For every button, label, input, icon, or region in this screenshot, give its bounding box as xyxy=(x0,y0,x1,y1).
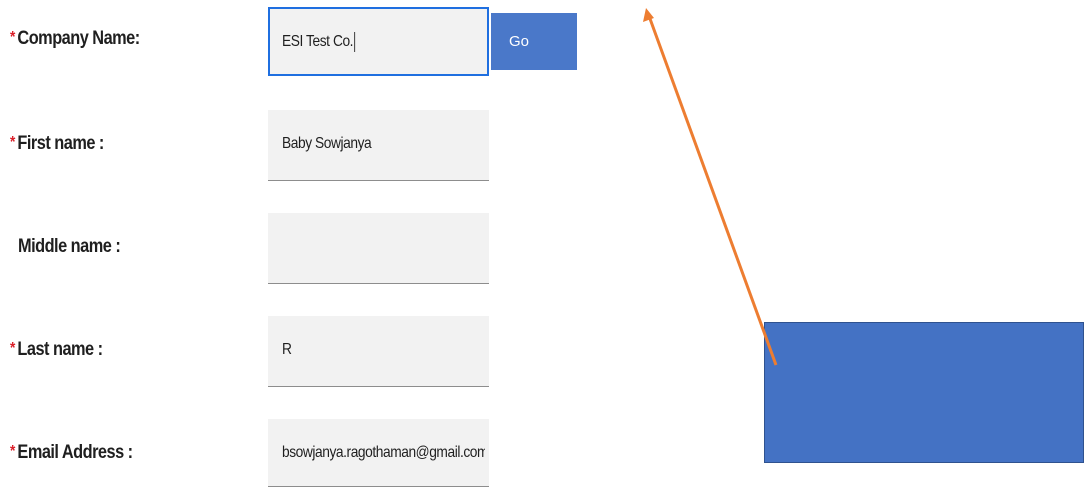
arrow-head xyxy=(643,8,654,22)
first-name-value: Baby Sowjanya xyxy=(282,135,372,152)
company-name-input[interactable]: ESI Test Co. xyxy=(268,7,489,76)
required-marker: * xyxy=(10,443,15,460)
text-caret xyxy=(353,32,355,52)
company-name-label-text: Company Name: xyxy=(17,28,140,49)
required-marker: * xyxy=(10,340,15,357)
company-name-value: ESI Test Co. xyxy=(282,33,354,51)
email-input[interactable]: bsowjanya.ragothaman@gmail.com xyxy=(268,419,489,487)
arrow-line xyxy=(647,15,778,366)
first-name-input[interactable]: Baby Sowjanya xyxy=(268,110,489,181)
email-value: bsowjanya.ragothaman@gmail.com xyxy=(282,444,485,461)
required-marker: * xyxy=(10,29,15,46)
last-name-label: * Last name : xyxy=(10,339,103,361)
last-name-input[interactable]: R xyxy=(268,316,489,387)
go-button[interactable]: Go xyxy=(491,13,577,70)
email-label: * Email Address : xyxy=(10,442,133,464)
last-name-label-text: Last name : xyxy=(17,339,103,360)
company-name-label: * Company Name: xyxy=(10,28,140,50)
annotation-box xyxy=(764,322,1084,463)
first-name-label: * First name : xyxy=(10,133,104,155)
last-name-value: R xyxy=(282,341,292,358)
middle-name-input[interactable] xyxy=(268,213,489,284)
required-marker: * xyxy=(10,134,15,151)
middle-name-label-text: Middle name : xyxy=(18,236,121,257)
middle-name-label: Middle name : xyxy=(18,236,121,258)
email-label-text: Email Address : xyxy=(17,442,133,463)
first-name-label-text: First name : xyxy=(17,133,104,154)
